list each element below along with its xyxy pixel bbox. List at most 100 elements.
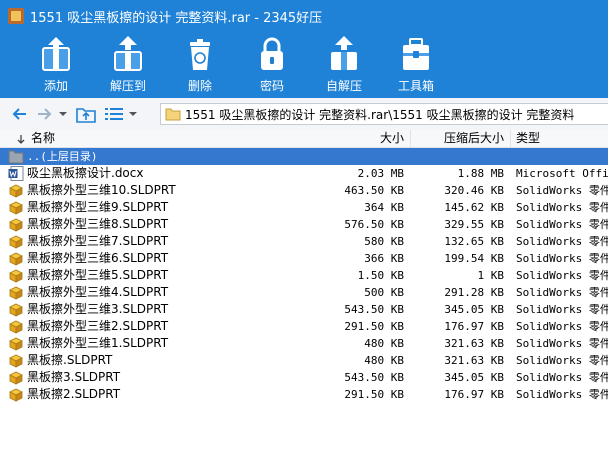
file-size: 543.50 KB (344, 303, 404, 316)
column-size[interactable]: 大小 (380, 130, 404, 147)
folder-up-icon (8, 150, 24, 164)
password-button[interactable]: 密码 (236, 32, 308, 98)
file-type: SolidWorks 零件 (516, 201, 608, 214)
file-packed-size: 345.05 KB (444, 371, 504, 384)
file-packed-size: 176.97 KB (444, 320, 504, 333)
title-bar: 1551 吸尘黑板擦的设计 完整资料.rar - 2345好压 (0, 0, 608, 32)
app-logo-icon (8, 8, 24, 24)
add-archive-icon (42, 37, 70, 71)
file-name: 黑板擦外型三维3.SLDPRT (27, 302, 169, 316)
forward-button[interactable] (32, 102, 56, 126)
column-header: 名称 大小 压缩后大小 类型 (0, 130, 608, 148)
file-packed-size: 199.54 KB (444, 252, 504, 265)
file-type: SolidWorks 零件 (516, 388, 608, 401)
file-row[interactable]: 黑板擦外型三维4.SLDPRT 500 KB 291.28 KB SolidWo… (0, 284, 608, 301)
self-extract-button-label: 自解压 (325, 79, 362, 93)
file-type: SolidWorks 零件 (516, 252, 608, 265)
list-view-icon (105, 108, 123, 120)
file-packed-size: 1.88 MB (457, 167, 504, 180)
solidworks-part-icon (9, 201, 23, 215)
toolbox-button[interactable]: 工具箱 (380, 32, 452, 98)
self-extract-icon (331, 36, 357, 70)
file-type: SolidWorks 零件 (516, 269, 608, 282)
extract-to-button-label: 解压到 (109, 79, 146, 93)
file-size: 291.50 KB (344, 320, 404, 333)
file-packed-size: 176.97 KB (444, 388, 504, 401)
solidworks-part-icon (9, 337, 23, 351)
file-packed-size: 320.46 KB (444, 184, 504, 197)
file-size: 2.03 MB (357, 167, 404, 180)
column-divider[interactable] (510, 130, 511, 147)
self-extract-button[interactable]: 自解压 (308, 32, 380, 98)
window-title: 1551 吸尘黑板擦的设计 完整资料.rar - 2345好压 (30, 10, 323, 26)
file-type: SolidWorks 零件 (516, 303, 608, 316)
view-mode-button[interactable] (102, 102, 126, 126)
history-dropdown[interactable] (56, 102, 70, 126)
delete-button[interactable]: 删除 (164, 32, 236, 98)
file-name: 黑板擦.SLDPRT (27, 353, 113, 367)
solidworks-part-icon (9, 184, 23, 198)
column-divider[interactable] (410, 130, 411, 147)
extract-to-button[interactable]: 解压到 (92, 32, 164, 98)
up-folder-button[interactable] (74, 102, 98, 126)
file-name: 吸尘黑板擦设计.docx (27, 166, 144, 180)
column-type[interactable]: 类型 (516, 130, 540, 147)
column-name[interactable]: 名称 (31, 130, 55, 147)
file-row[interactable]: 黑板擦外型三维1.SLDPRT 480 KB 321.63 KB SolidWo… (0, 335, 608, 352)
file-type: SolidWorks 零件 (516, 286, 608, 299)
file-row[interactable]: 黑板擦外型三维7.SLDPRT 580 KB 132.65 KB SolidWo… (0, 233, 608, 250)
solidworks-part-icon (9, 303, 23, 317)
file-packed-size: 1 KB (477, 269, 505, 282)
view-mode-dropdown[interactable] (126, 102, 140, 126)
file-type: SolidWorks 零件 (516, 235, 608, 248)
file-row[interactable]: 黑板擦外型三维2.SLDPRT 291.50 KB 176.97 KB Soli… (0, 318, 608, 335)
chevron-down-icon (59, 112, 67, 116)
file-row[interactable]: 黑板擦.SLDPRT 480 KB 321.63 KB SolidWorks 零… (0, 352, 608, 369)
back-arrow-icon (12, 108, 26, 120)
solidworks-part-icon (9, 371, 23, 385)
file-row[interactable]: 黑板擦外型三维3.SLDPRT 543.50 KB 345.05 KB Soli… (0, 301, 608, 318)
solidworks-part-icon (9, 388, 23, 402)
file-packed-size: 329.55 KB (444, 218, 504, 231)
trash-icon (190, 39, 210, 70)
file-row[interactable]: 黑板擦外型三维10.SLDPRT 463.50 KB 320.46 KB Sol… (0, 182, 608, 199)
parent-directory-row[interactable]: ..(上层目录) (0, 148, 608, 165)
path-text: 1551 吸尘黑板擦的设计 完整资料.rar\1551 吸尘黑板擦的设计 完整资… (185, 107, 575, 122)
file-row[interactable]: 黑板擦3.SLDPRT 543.50 KB 345.05 KB SolidWor… (0, 369, 608, 386)
column-packed-size[interactable]: 压缩后大小 (444, 130, 504, 147)
file-name: 黑板擦外型三维4.SLDPRT (27, 285, 169, 299)
delete-button-label: 删除 (187, 79, 212, 93)
file-row[interactable]: 黑板擦外型三维5.SLDPRT 1.50 KB 1 KB SolidWorks … (0, 267, 608, 284)
file-name: 黑板擦外型三维9.SLDPRT (27, 200, 169, 214)
path-field[interactable]: 1551 吸尘黑板擦的设计 完整资料.rar\1551 吸尘黑板擦的设计 完整资… (160, 103, 608, 125)
file-size: 291.50 KB (344, 388, 404, 401)
file-row[interactable]: 黑板擦外型三维8.SLDPRT 576.50 KB 329.55 KB Soli… (0, 216, 608, 233)
file-row[interactable]: 黑板擦外型三维9.SLDPRT 364 KB 145.62 KB SolidWo… (0, 199, 608, 216)
file-size: 1.50 KB (357, 269, 404, 282)
file-size: 580 KB (364, 235, 404, 248)
file-type: SolidWorks 零件 (516, 371, 608, 384)
file-size: 543.50 KB (344, 371, 404, 384)
file-type: SolidWorks 零件 (516, 320, 608, 333)
back-button[interactable] (8, 102, 32, 126)
solidworks-part-icon (9, 218, 23, 232)
folder-up-icon (76, 108, 96, 123)
file-list: ..(上层目录) 吸尘黑板擦设计.docx 2.03 MB 1.88 MB Mi… (0, 148, 608, 403)
file-packed-size: 132.65 KB (444, 235, 504, 248)
file-size: 364 KB (364, 201, 404, 214)
file-name: 黑板擦外型三维6.SLDPRT (27, 251, 169, 265)
solidworks-part-icon (9, 320, 23, 334)
file-name: 黑板擦外型三维10.SLDPRT (27, 183, 176, 197)
add-button[interactable]: 添加 (20, 32, 92, 98)
solidworks-part-icon (9, 286, 23, 300)
file-name: 黑板擦外型三维7.SLDPRT (27, 234, 169, 248)
file-type: SolidWorks 零件 (516, 354, 608, 367)
file-row[interactable]: 吸尘黑板擦设计.docx 2.03 MB 1.88 MB Microsoft O… (0, 165, 608, 182)
solidworks-part-icon (9, 269, 23, 283)
toolbox-icon (403, 38, 429, 70)
file-packed-size: 321.63 KB (444, 337, 504, 350)
file-row[interactable]: 黑板擦外型三维6.SLDPRT 366 KB 199.54 KB SolidWo… (0, 250, 608, 267)
file-name: 黑板擦外型三维8.SLDPRT (27, 217, 169, 231)
file-packed-size: 321.63 KB (444, 354, 504, 367)
file-row[interactable]: 黑板擦2.SLDPRT 291.50 KB 176.97 KB SolidWor… (0, 386, 608, 403)
